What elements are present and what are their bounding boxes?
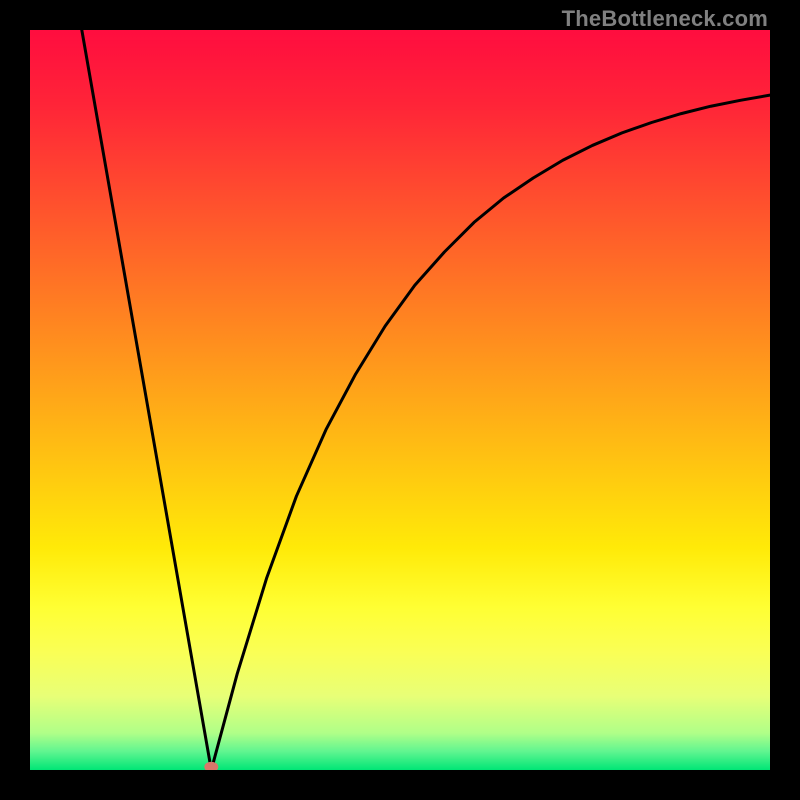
chart-frame: TheBottleneck.com xyxy=(0,0,800,800)
watermark-text: TheBottleneck.com xyxy=(562,6,768,32)
chart-plot xyxy=(30,30,770,770)
plot-background xyxy=(30,30,770,770)
